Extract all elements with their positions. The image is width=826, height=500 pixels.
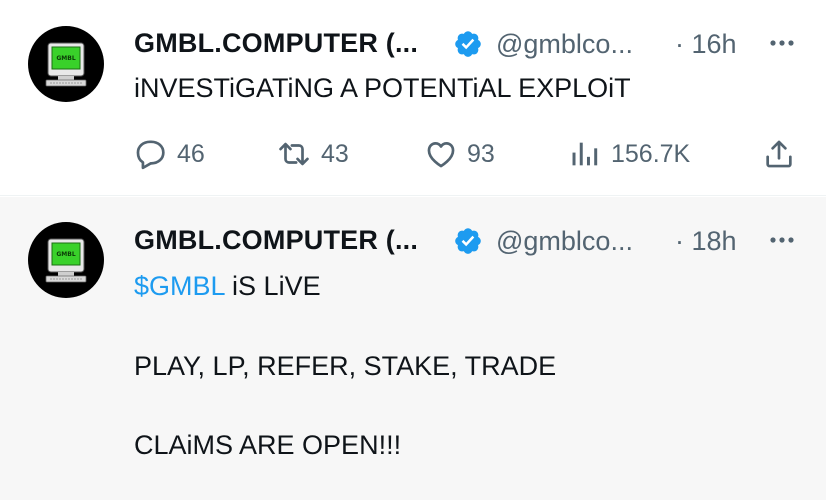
reply-count: 46 [177, 139, 205, 168]
verified-badge-icon[interactable] [453, 226, 483, 256]
like-button[interactable]: 93 [424, 134, 495, 174]
repost-button[interactable]: 43 [276, 134, 349, 174]
computer-logo-icon: GMBL [45, 238, 87, 283]
tweet-text-segment: iS LiVE [224, 271, 321, 301]
repost-icon [279, 142, 309, 166]
tweet[interactable]: GMBL GMBL.COMPUTER (... @gmblco... · 18h… [0, 197, 826, 500]
tweet-text-line: PLAY, LP, REFER, STAKE, TRADE [134, 351, 557, 381]
repost-count: 43 [321, 139, 349, 168]
tweet-text: iNVESTiGATiNG A POTENTiAL EXPLOiT [134, 73, 631, 103]
timestamp[interactable]: · 16h [675, 29, 737, 60]
tweet-actions: 46 43 93 156.7K [134, 134, 800, 174]
avatar-label: GMBL [56, 251, 75, 258]
share-button[interactable] [762, 134, 796, 174]
tweet-header: GMBL.COMPUTER (... @gmblco... · 16h [134, 24, 800, 64]
timestamp[interactable]: · 18h [675, 226, 737, 257]
computer-logo-icon: GMBL [45, 42, 87, 87]
author-name[interactable]: GMBL.COMPUTER (... [134, 28, 418, 59]
verified-badge-icon[interactable] [453, 29, 483, 59]
share-icon [766, 140, 792, 168]
views-button[interactable]: 156.7K [568, 134, 690, 174]
avatar[interactable]: GMBL [28, 26, 104, 102]
tweet-header: GMBL.COMPUTER (... @gmblco... · 18h [134, 221, 800, 261]
avatar-label: GMBL [56, 55, 75, 62]
author-name[interactable]: GMBL.COMPUTER (... [134, 225, 418, 256]
reply-button[interactable]: 46 [134, 134, 205, 174]
like-icon [427, 142, 455, 168]
reply-icon [136, 140, 165, 170]
more-icon[interactable] [767, 28, 797, 58]
tweet-text-line: $GMBL iS LiVE [134, 267, 321, 306]
cashtag-link[interactable]: $GMBL [134, 271, 225, 301]
more-icon[interactable] [767, 225, 797, 255]
author-handle[interactable]: @gmblco... [496, 29, 633, 60]
like-count: 93 [467, 139, 495, 168]
author-handle[interactable]: @gmblco... [496, 226, 633, 257]
view-count: 156.7K [611, 139, 691, 168]
tweet-text-line: CLAiMS ARE OPEN!!! [134, 430, 402, 460]
views-icon [572, 142, 598, 166]
tweet[interactable]: GMBL GMBL.COMPUTER (... @gmblco... · 16h… [0, 0, 826, 196]
avatar[interactable]: GMBL [28, 222, 104, 298]
